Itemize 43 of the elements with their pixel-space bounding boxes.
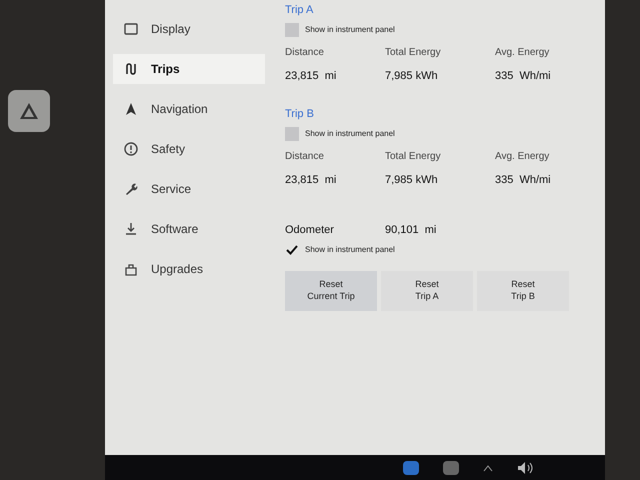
odometer-label: Odometer <box>285 223 335 238</box>
sidebar-item[interactable]: Software <box>113 214 265 244</box>
stat-value: 335 Wh/mi <box>495 68 552 84</box>
sidebar-item[interactable]: Service <box>113 174 265 204</box>
speaker-icon[interactable] <box>517 460 535 474</box>
stat-label: Total Energy <box>385 150 442 164</box>
route-icon <box>123 61 139 77</box>
checkbox[interactable] <box>285 242 299 256</box>
stat-value: 335 Wh/mi <box>495 172 552 188</box>
tile-button[interactable] <box>443 460 459 474</box>
sidebar-item[interactable]: Display <box>113 14 265 44</box>
bluetooth-button[interactable] <box>403 460 419 474</box>
reset-button[interactable]: Reset Trip B <box>477 270 569 310</box>
stat-label: Avg. Energy <box>495 150 550 164</box>
reset-button[interactable]: Reset Current Trip <box>285 270 377 310</box>
stat-label: Total Energy <box>385 46 442 60</box>
checkbox[interactable] <box>285 126 299 140</box>
checkbox-label: Show in instrument panel <box>305 24 395 36</box>
checkbox-label: Show in instrument panel <box>305 128 395 140</box>
arrow-icon <box>123 101 139 117</box>
checkbox[interactable] <box>285 22 299 36</box>
download-icon <box>123 221 139 237</box>
stat-label: Avg. Energy <box>495 46 550 60</box>
stat-value: 7,985 kWh <box>385 68 439 84</box>
monitor-icon <box>123 21 139 37</box>
sidebar-item[interactable]: Trips <box>113 54 265 84</box>
sidebar-item[interactable]: Safety <box>113 134 265 164</box>
sidebar-item[interactable]: Navigation <box>113 94 265 124</box>
caret-icon[interactable] <box>483 464 493 472</box>
hazard-icon <box>18 101 40 121</box>
reset-button[interactable]: Reset Trip A <box>381 270 473 310</box>
section-title: Trip B <box>285 107 315 122</box>
stat-value: 23,815 mi <box>285 172 338 188</box>
stat-label: Distance <box>285 150 325 164</box>
warning-icon <box>123 141 139 157</box>
hazard-button[interactable] <box>8 90 50 132</box>
sidebar-item[interactable]: Upgrades <box>113 254 265 284</box>
checkbox-label: Show in instrument panel <box>305 244 395 256</box>
section-title: Trip A <box>285 3 314 18</box>
stat-value: 7,985 kWh <box>385 172 439 188</box>
stat-label: Distance <box>285 46 325 60</box>
odometer-value: 90,101 mi <box>385 223 436 238</box>
stat-value: 23,815 mi <box>285 68 338 84</box>
